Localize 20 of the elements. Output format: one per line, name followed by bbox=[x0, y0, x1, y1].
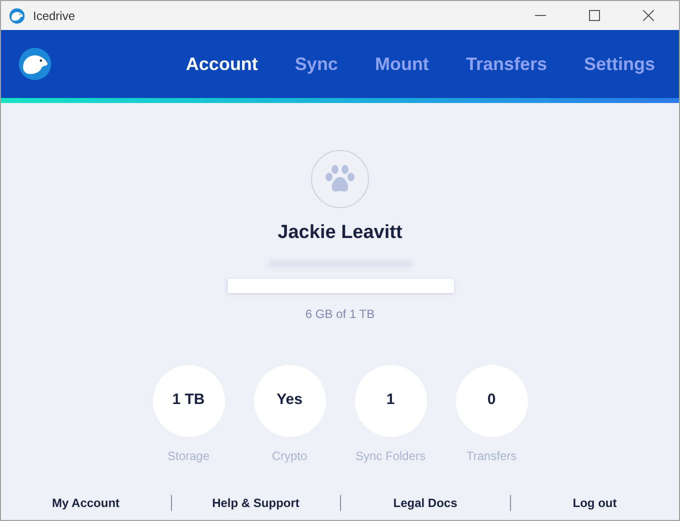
stat-value: 1 TB bbox=[172, 390, 205, 410]
paw-icon bbox=[324, 164, 356, 194]
footer-link[interactable]: Log out bbox=[510, 494, 679, 512]
maximize-icon bbox=[588, 10, 600, 21]
stat-value: 0 bbox=[487, 390, 496, 410]
footer-link[interactable]: Legal Docs bbox=[341, 494, 510, 512]
stat-value: 1 bbox=[386, 390, 395, 410]
stat-label: Crypto bbox=[272, 448, 308, 464]
app-logo-icon bbox=[9, 8, 25, 24]
stat-label: Sync Folders bbox=[355, 448, 426, 464]
storage-reading: 6 GB of 1 TB bbox=[305, 306, 375, 322]
footer-link[interactable]: Help & Support bbox=[172, 494, 340, 512]
user-name: Jackie Leavitt bbox=[278, 221, 402, 245]
footer-link[interactable]: My Account bbox=[1, 494, 170, 512]
stat-label: Transfers bbox=[466, 448, 517, 464]
stat-value: Yes bbox=[276, 390, 302, 410]
close-icon bbox=[642, 10, 654, 21]
stat-label: Storage bbox=[167, 448, 210, 464]
window-title: Icedrive bbox=[33, 8, 76, 24]
nav-tab[interactable]: Account bbox=[186, 50, 258, 78]
